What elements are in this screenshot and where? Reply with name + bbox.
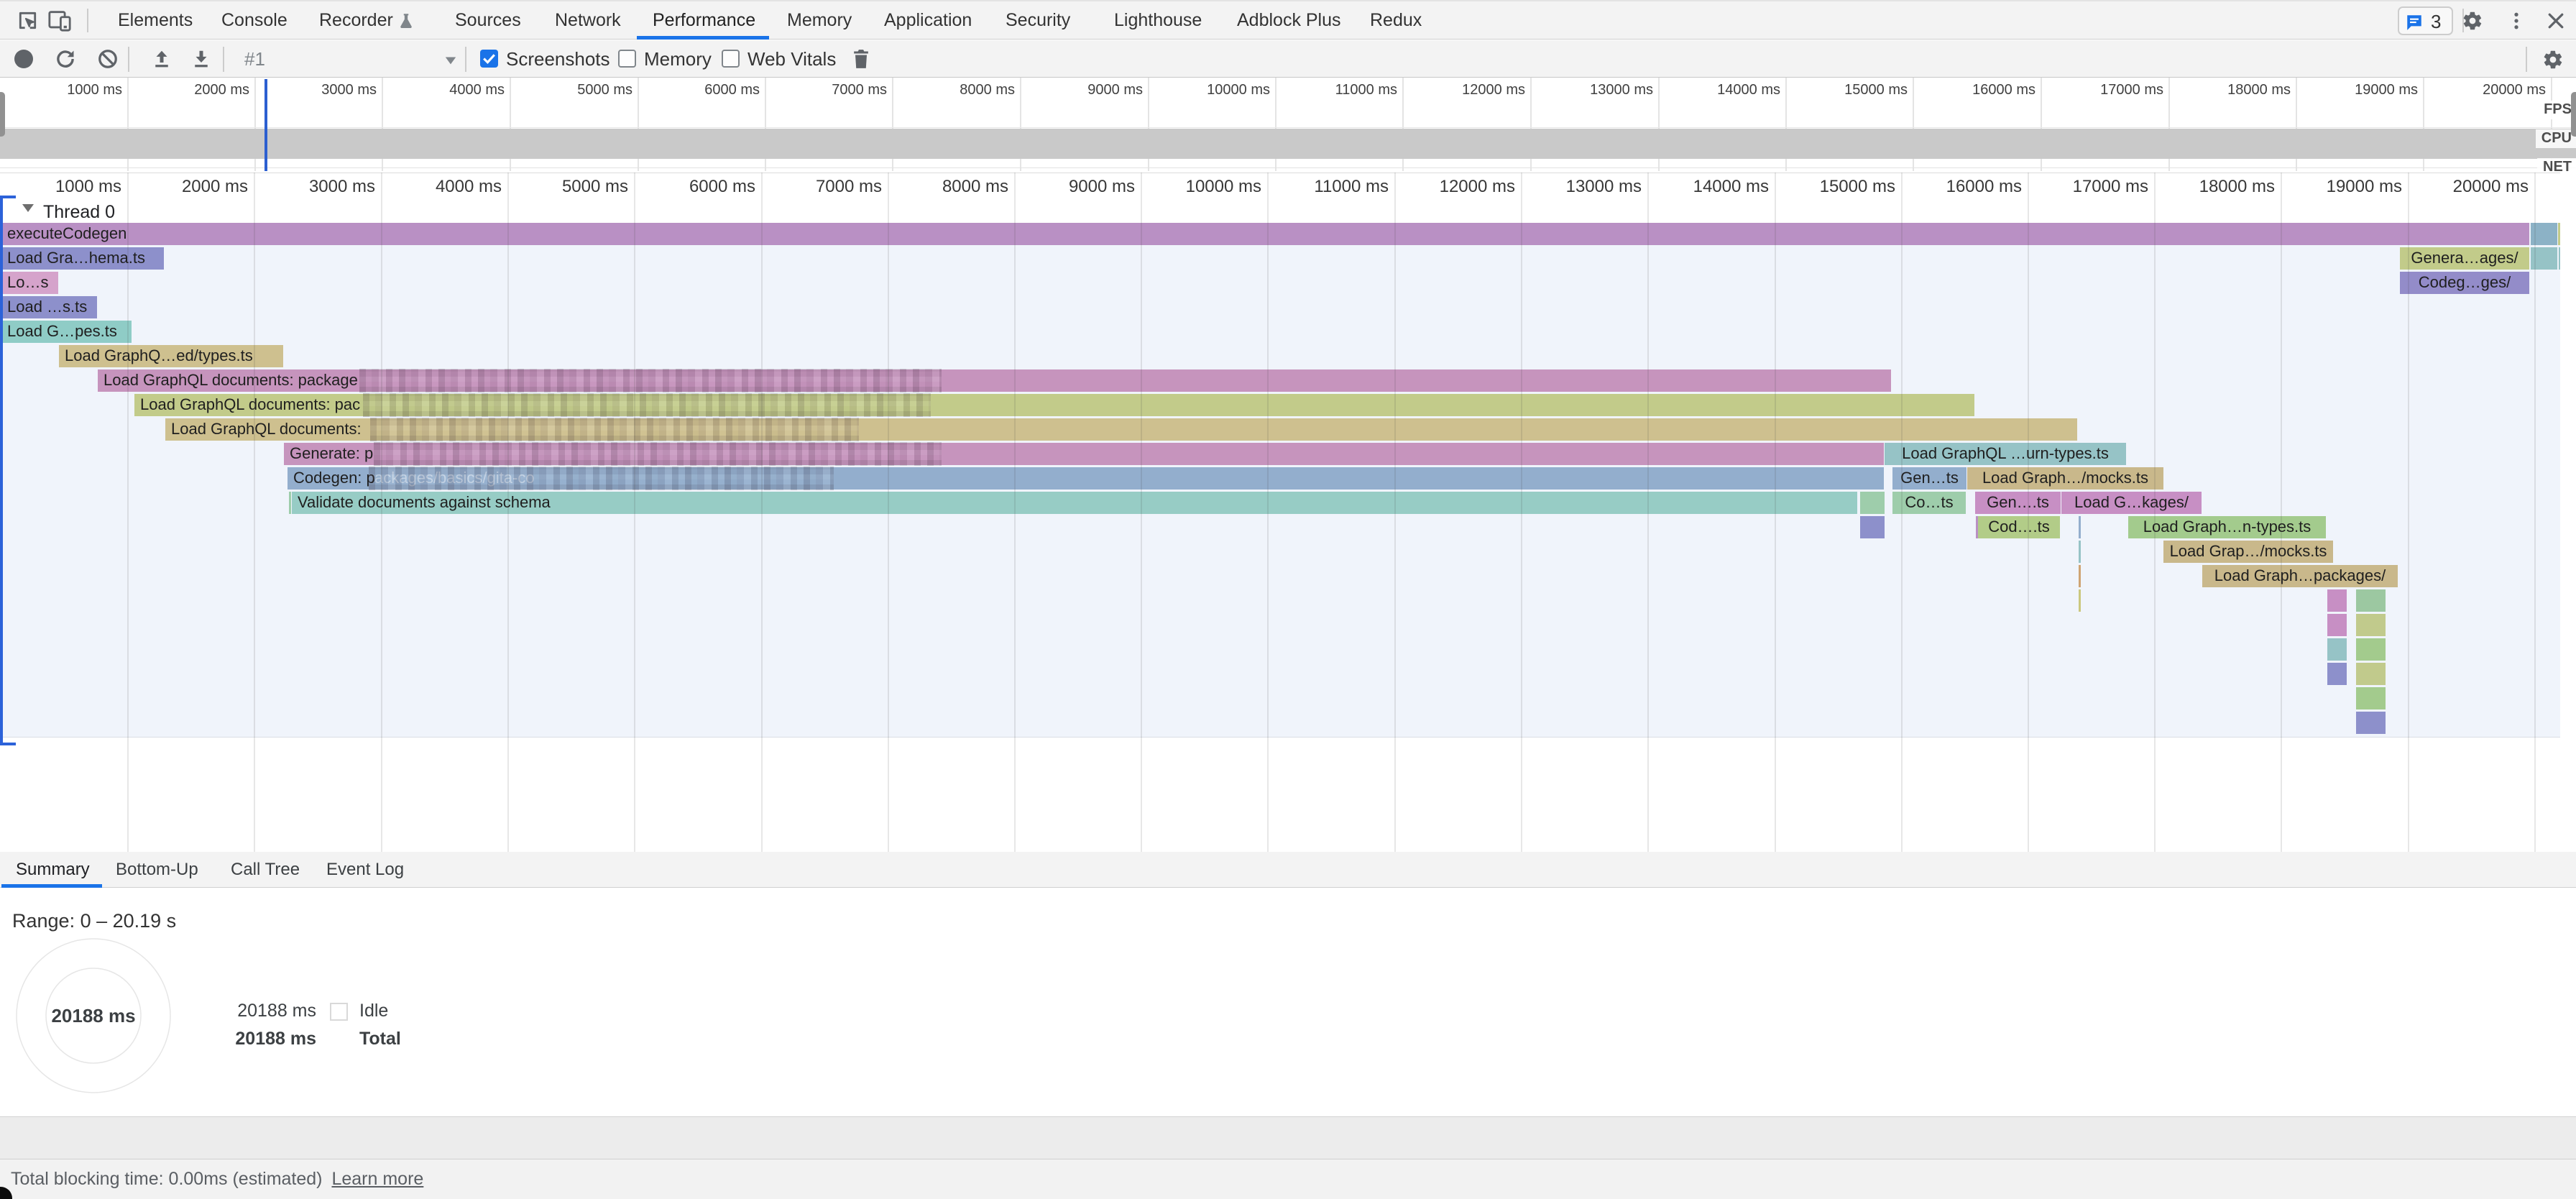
svg-text:20188 ms: 20188 ms <box>51 1005 135 1026</box>
